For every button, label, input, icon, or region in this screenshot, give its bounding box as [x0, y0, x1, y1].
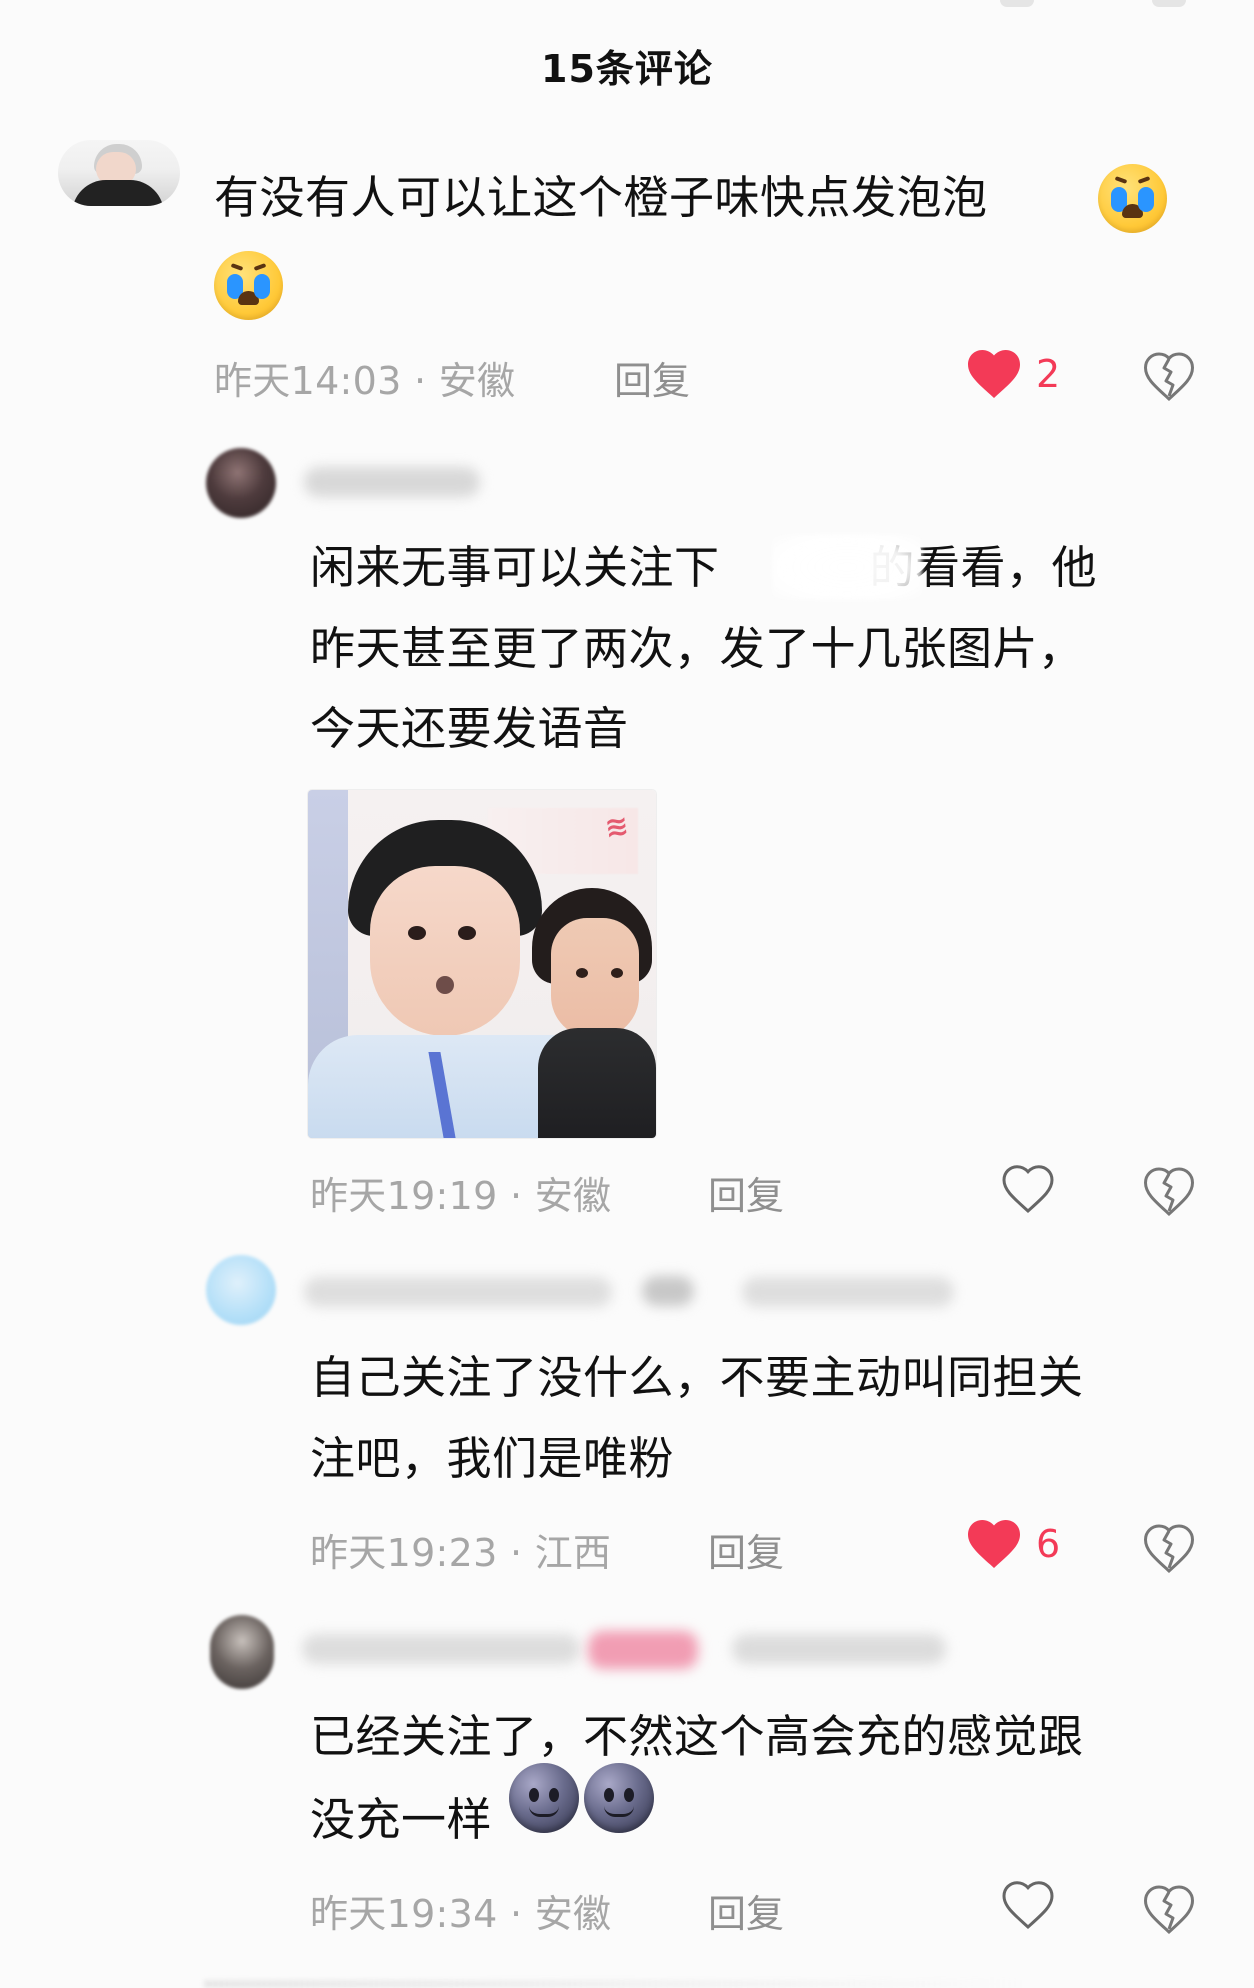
reply-1-line-1: 闲来无事可以关注下 的看看，他: [310, 545, 1097, 590]
blurred-username-separator: [642, 1276, 694, 1306]
new-moon-face-icon: [509, 1763, 579, 1833]
like-button[interactable]: [1000, 1163, 1056, 1215]
blurred-inline-name-mask: [772, 534, 922, 600]
avatar[interactable]: [58, 140, 180, 206]
heart-filled-icon: [968, 350, 1020, 398]
reply-3-line-1: 已经关注了，不然这个高会充的感觉跟: [310, 1710, 1084, 1763]
crying-face-icon: [214, 251, 283, 320]
reply-button[interactable]: 回复: [708, 1522, 784, 1577]
bottom-fade: [204, 1980, 1024, 1988]
avatar[interactable]: [206, 1255, 276, 1325]
comment-meta: 昨天14:03 · 安徽: [214, 359, 516, 403]
emoji-mouth: [238, 291, 259, 305]
image-figure-face: [370, 866, 520, 1036]
moon-smile: [604, 1806, 634, 1817]
image-second-figure-eye: [576, 968, 588, 978]
reply-button[interactable]: 回复: [614, 350, 690, 405]
image-second-figure-body: [538, 1028, 656, 1138]
reply-1-line-1-prefix: 闲来无事可以关注下: [310, 541, 720, 594]
emoji-mouth: [1122, 204, 1143, 218]
like-button[interactable]: [1000, 1879, 1056, 1931]
comment-thread-screen: 15条评论 有没有人可以让这个橙子味快点发泡泡 昨天14:03 · 安徽 回复 …: [0, 0, 1254, 1988]
broken-heart-icon[interactable]: [1142, 1522, 1196, 1574]
blurred-username: [304, 1277, 612, 1307]
image-figure-mouth: [436, 976, 454, 994]
avatar[interactable]: [206, 448, 276, 518]
reply-button[interactable]: 回复: [708, 1883, 784, 1938]
image-second-figure-eye: [611, 968, 623, 978]
reply-3-line-2: 没充一样: [310, 1793, 493, 1846]
image-figure-eye: [408, 926, 426, 940]
blurred-reply-target: [732, 1634, 946, 1664]
heart-filled-icon: [968, 1520, 1020, 1568]
top-status-indicator: [1000, 0, 1034, 7]
emoji-brow-right: [253, 263, 267, 271]
reply-meta: 昨天19:23 · 江西: [310, 1531, 612, 1575]
crying-face-icon: [1098, 164, 1167, 233]
heart-outline-icon: [1002, 1165, 1054, 1214]
image-poster-mark: ≋: [602, 808, 631, 845]
comment-image[interactable]: ≋: [308, 790, 656, 1138]
blurred-username: [302, 1634, 580, 1664]
like-count: 2: [1036, 352, 1061, 396]
emoji-brow-right: [1137, 176, 1151, 184]
heart-outline-icon: [1002, 1881, 1054, 1930]
top-status-indicator: [1152, 0, 1186, 7]
reply-meta: 昨天19:19 · 安徽: [310, 1174, 612, 1218]
blurred-reply-target: [742, 1277, 954, 1307]
emoji-brow-left: [230, 263, 244, 271]
new-moon-face-icon: [584, 1763, 654, 1833]
broken-heart-icon[interactable]: [1142, 1883, 1196, 1935]
broken-heart-icon[interactable]: [1142, 1165, 1196, 1217]
broken-heart-icon[interactable]: [1142, 350, 1196, 402]
avatar[interactable]: [210, 1615, 274, 1689]
blurred-username: [304, 467, 480, 497]
reply-2-line-2: 注吧，我们是唯粉: [310, 1432, 675, 1485]
image-figure-eye: [458, 926, 476, 940]
page-title: 15条评论: [541, 47, 713, 91]
reply-2-line-1: 自己关注了没什么，不要主动叫同担关: [310, 1351, 1084, 1404]
like-button[interactable]: 2: [966, 348, 1060, 400]
avatar-body: [72, 180, 164, 206]
emoji-brow-left: [1114, 176, 1128, 184]
reply-meta: 昨天19:34 · 安徽: [310, 1892, 612, 1936]
reply-1-line-2: 昨天甚至更了两次，发了十几张图片，: [310, 622, 1084, 675]
reply-button[interactable]: 回复: [708, 1165, 784, 1220]
moon-smile: [529, 1806, 559, 1817]
image-second-figure-face: [551, 918, 639, 1038]
main-comment-text: 有没有人可以让这个橙子味快点发泡泡: [214, 171, 988, 224]
like-count: 6: [1036, 1522, 1061, 1566]
like-button[interactable]: 6: [966, 1518, 1060, 1570]
reply-1-line-3: 今天还要发语音: [310, 702, 629, 755]
blurred-badge: [588, 1631, 698, 1669]
